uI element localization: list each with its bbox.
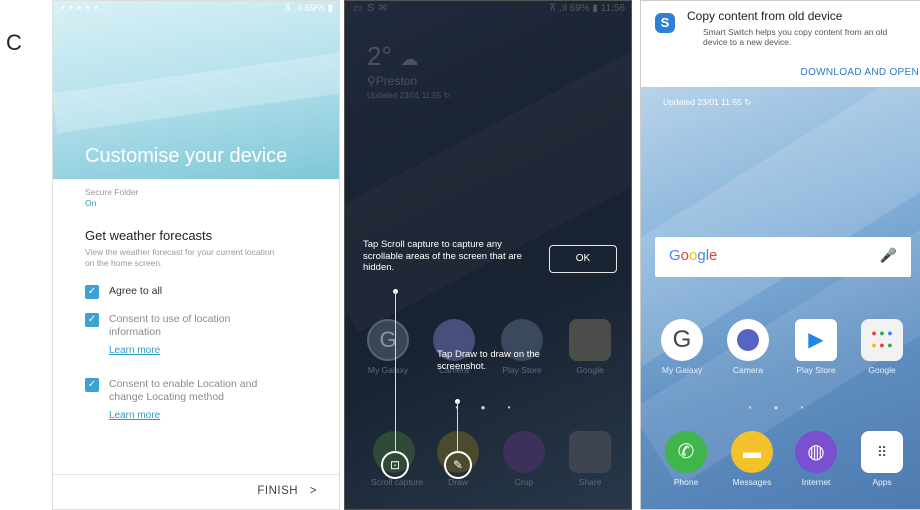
google-search-bar[interactable]: Google 🎤 (655, 237, 911, 277)
smart-switch-notification[interactable]: S Copy content from old device Smart Swi… (641, 1, 920, 87)
app-my-galaxy: G My Galaxy (365, 319, 411, 375)
secure-folder-label: Secure Folder (85, 187, 139, 197)
status-icons-right: ⊼ .ıl 69% ▮ (284, 3, 333, 14)
download-and-open-button[interactable]: DOWNLOAD AND OPEN (801, 67, 919, 78)
weather-updated: Updated 23/01 11:55 ↻ (663, 97, 752, 107)
checkbox-checked-icon: ✓ (85, 285, 99, 299)
microphone-icon[interactable]: 🎤 (880, 247, 897, 264)
consent-enable-label: Consent to enable Location and change Lo… (109, 378, 258, 403)
page-indicator: • ● • (455, 403, 521, 412)
consent-location-label: Consent to use of location information (109, 313, 231, 338)
learn-more-link[interactable]: Learn more (109, 345, 319, 356)
play-store-icon: ▶ (795, 319, 837, 361)
weather-description: View the weather forecast for your curre… (85, 247, 275, 268)
checkbox-checked-icon: ✓ (85, 313, 99, 327)
draw-pen-icon[interactable]: ✎ (444, 451, 472, 479)
google-logo: Google (669, 247, 718, 264)
consent-enable-checkbox[interactable]: ✓ Consent to enable Location and change … (85, 378, 319, 421)
figure-label: C (6, 30, 22, 55)
finish-label: FINISH (257, 485, 299, 497)
finish-button[interactable]: FINISH > (257, 485, 317, 497)
home-screen: S Copy content from old device Smart Swi… (640, 0, 920, 510)
crop-button[interactable]: Crop (501, 431, 547, 487)
refresh-icon: ↻ (744, 97, 752, 107)
learn-more-link[interactable]: Learn more (109, 410, 319, 421)
header-banner: • • • • • ⊼ .ıl 69% ▮ Customise your dev… (53, 1, 339, 179)
page-indicator: ▪ ● • (748, 403, 814, 412)
weather-heading: Get weather forecasts (85, 228, 213, 243)
ok-button[interactable]: OK (549, 245, 617, 273)
share-button[interactable]: Share (567, 431, 613, 487)
draw-tip-text: Tap Draw to draw on the screenshot. (437, 349, 540, 372)
scroll-capture-tip-text: Tap Scroll capture to capture any scroll… (363, 239, 522, 273)
app-camera[interactable]: Camera (725, 319, 771, 375)
apps-grid-icon: ⠿ (861, 431, 903, 473)
checkbox-checked-icon: ✓ (85, 378, 99, 392)
page-title: Customise your device (85, 145, 288, 167)
status-icons-left: • • • • • (61, 3, 99, 14)
screenshot-tips-screen: ▭ S ✉ ⊼ .ıl 69% ▮ 11:56 2° ☁ ⚲Preston Up… (344, 0, 632, 510)
tip-pointer-line (395, 291, 396, 451)
bottom-bar: FINISH > (53, 474, 339, 509)
my-galaxy-icon: G (367, 319, 409, 361)
my-galaxy-icon: G (661, 319, 703, 361)
notification-title: Copy content from old device (687, 9, 843, 23)
app-messages[interactable]: ▬ Messages (729, 431, 775, 487)
secure-folder-value: On (85, 198, 97, 208)
status-bar: • • • • • ⊼ .ıl 69% ▮ (53, 1, 339, 17)
consent-location-checkbox[interactable]: ✓ Consent to use of location information… (85, 313, 319, 356)
notification-description: Smart Switch helps you copy content from… (703, 27, 888, 47)
internet-icon: ◍ (795, 431, 837, 473)
scroll-capture-tip: Tap Scroll capture to capture any scroll… (363, 239, 625, 275)
chevron-right-icon: > (309, 485, 317, 497)
messages-icon: ▬ (731, 431, 773, 473)
draw-tip: Tap Draw to draw on the screenshot. (437, 349, 577, 372)
app-phone[interactable]: ✆ Phone (663, 431, 709, 487)
tip-pointer-line (457, 401, 458, 451)
smart-switch-icon: S (655, 13, 675, 33)
camera-icon (727, 319, 769, 361)
app-google-folder[interactable]: ● ● ● ● ● ● Google (859, 319, 905, 375)
google-folder-icon: ● ● ● ● ● ● (861, 319, 903, 361)
agree-all-label: Agree to all (109, 285, 163, 297)
app-play-store[interactable]: ▶ Play Store (793, 319, 839, 375)
scroll-capture-icon[interactable]: ⊡ (381, 451, 409, 479)
app-apps-drawer[interactable]: ⠿ Apps (859, 431, 905, 487)
setup-screen: • • • • • ⊼ .ıl 69% ▮ Customise your dev… (52, 0, 340, 510)
app-internet[interactable]: ◍ Internet (793, 431, 839, 487)
phone-icon: ✆ (665, 431, 707, 473)
app-my-galaxy[interactable]: G My Galaxy (659, 319, 705, 375)
setup-options: Secure Folder On Get weather forecasts V… (85, 187, 319, 421)
agree-all-checkbox[interactable]: ✓ Agree to all (85, 285, 319, 299)
